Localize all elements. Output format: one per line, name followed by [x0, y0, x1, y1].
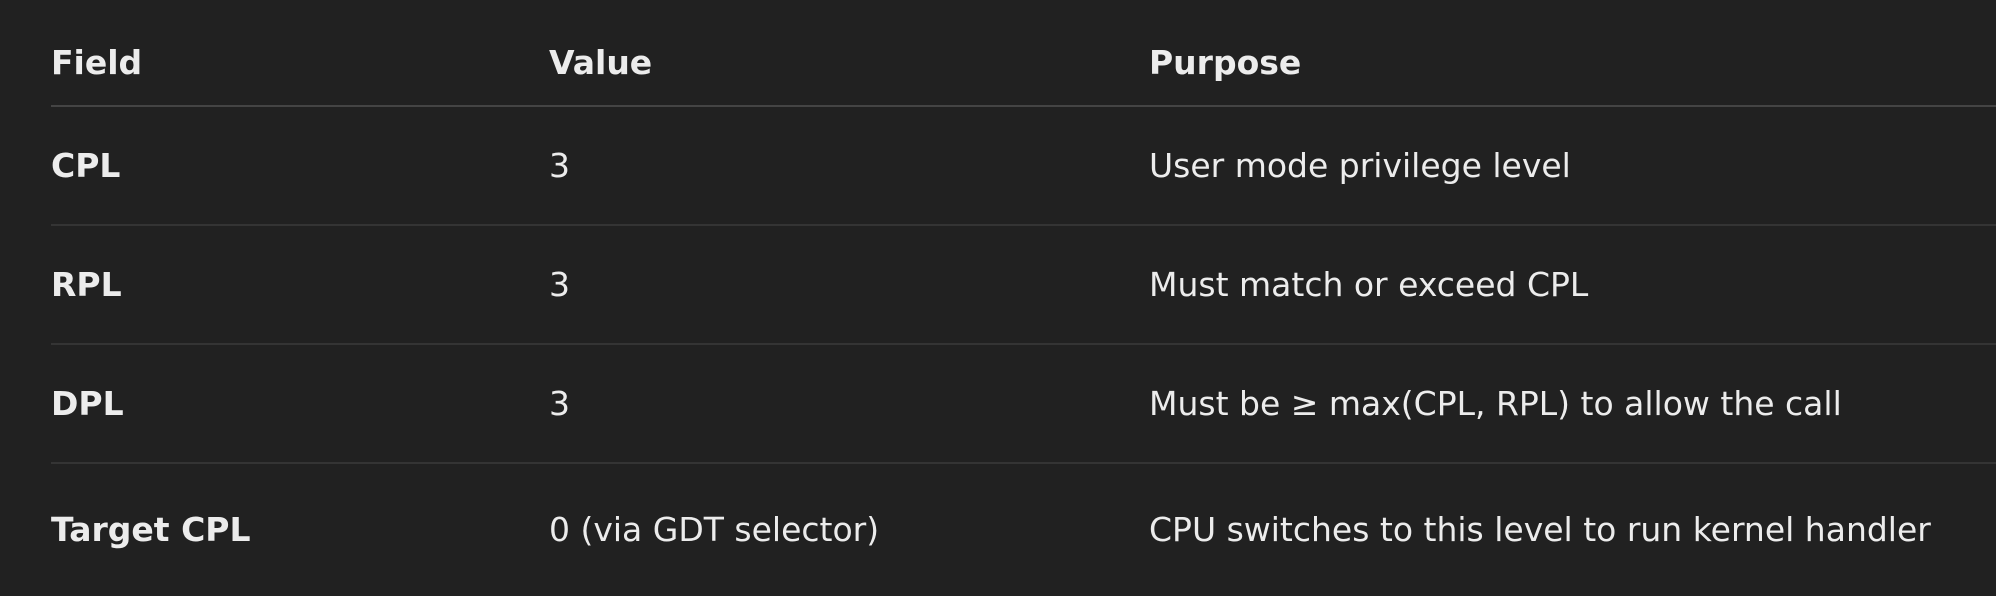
value-cell: 0 (via GDT selector): [549, 509, 880, 549]
value-cell: 3: [549, 384, 570, 423]
field-cell: Target CPL: [51, 509, 251, 549]
column-header-purpose: Purpose: [1149, 43, 1302, 82]
purpose-cell: Must be ≥ max(CPL, RPL) to allow the cal…: [1149, 384, 1842, 423]
field-cell: DPL: [51, 384, 124, 423]
table-row: DPL 3 Must be ≥ max(CPL, RPL) to allow t…: [51, 345, 1996, 464]
field-cell: CPL: [51, 146, 121, 185]
field-cell: RPL: [51, 265, 122, 304]
table-row: CPL 3 User mode privilege level: [51, 107, 1996, 226]
purpose-cell: Must match or exceed CPL: [1149, 265, 1589, 304]
table-row: RPL 3 Must match or exceed CPL: [51, 226, 1996, 345]
purpose-cell: CPU switches to this level to run kernel…: [1149, 509, 1931, 549]
column-header-field: Field: [51, 43, 143, 82]
purpose-cell: User mode privilege level: [1149, 146, 1571, 185]
column-header-value: Value: [549, 43, 653, 82]
table-header-row: Field Value Purpose: [51, 0, 1996, 107]
privilege-table: Field Value Purpose CPL 3 User mode priv…: [51, 0, 1996, 594]
value-cell: 3: [549, 146, 570, 185]
table-row: Target CPL 0 (via GDT selector) CPU swit…: [51, 464, 1996, 594]
value-cell: 3: [549, 265, 570, 304]
